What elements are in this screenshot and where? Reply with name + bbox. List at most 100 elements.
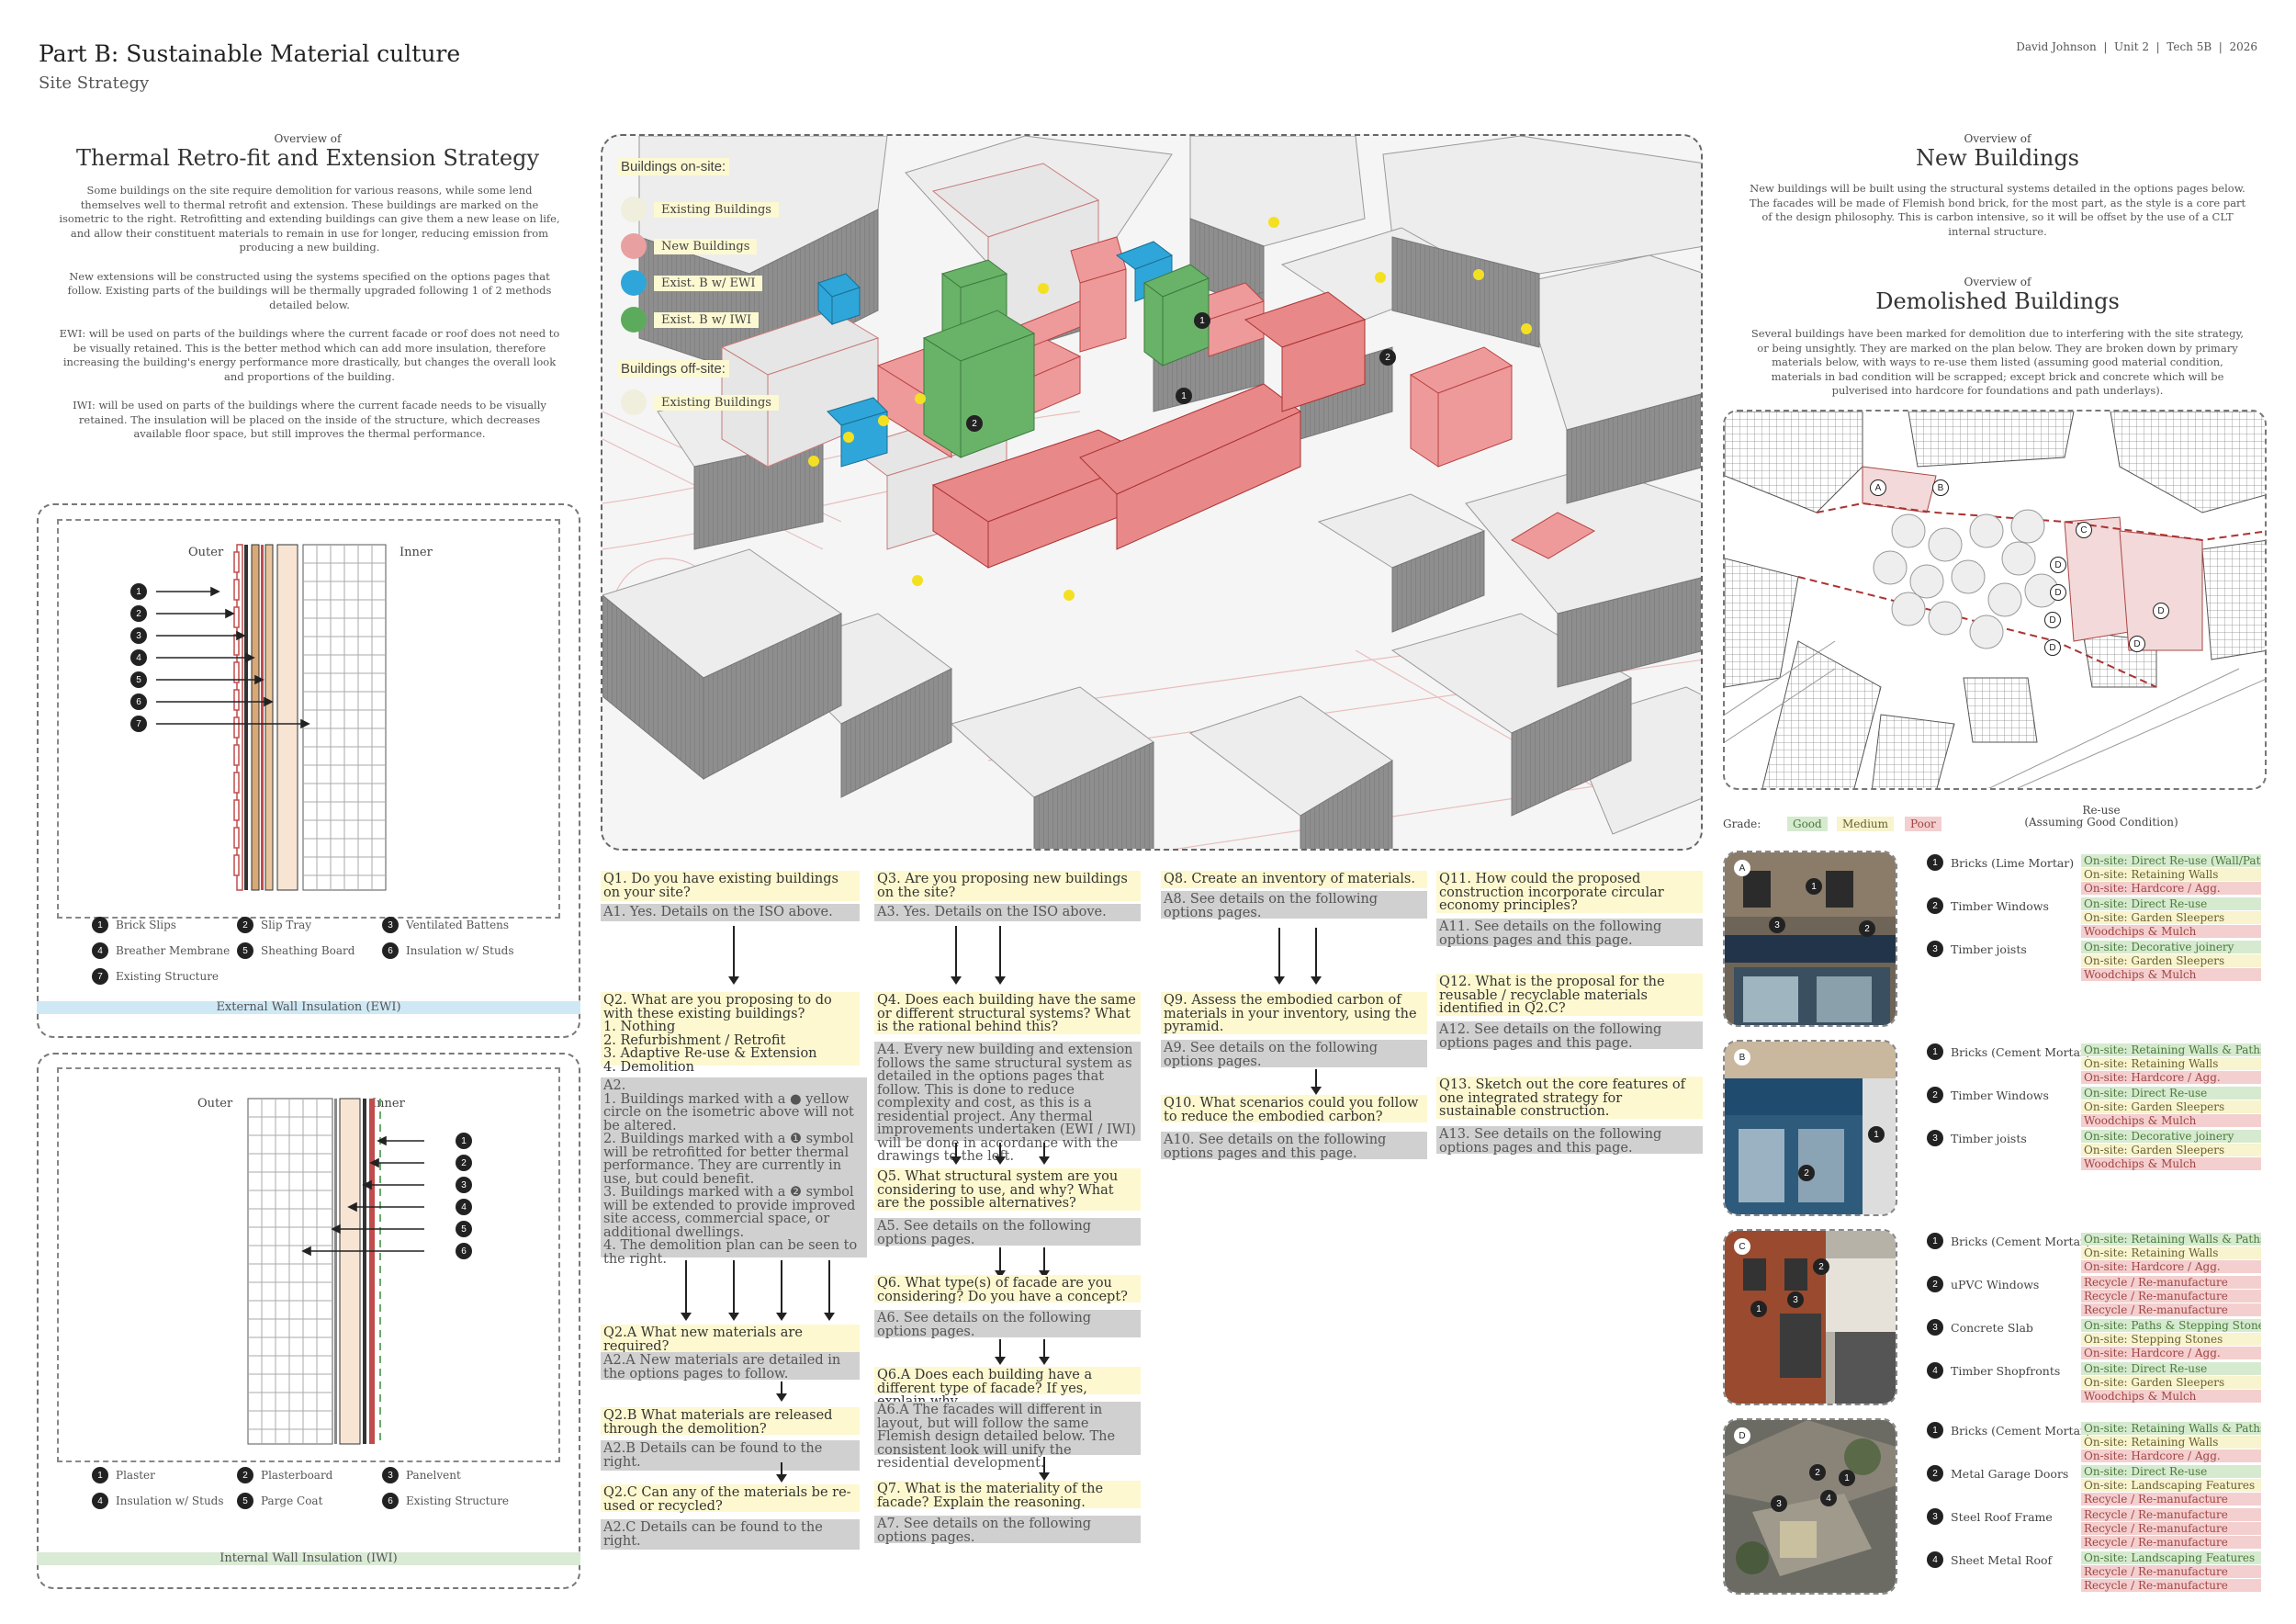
flow-arrow [995, 926, 1006, 985]
yellow-marker [912, 575, 923, 586]
demolition-plan [1723, 410, 2267, 790]
reuse-poor: Woodchips & Mulch [2081, 1114, 2261, 1127]
q13: Q13. Sketch out the core features of one… [1436, 1077, 1703, 1119]
flow-arrow [951, 926, 962, 985]
reuse-good: On-site: Paths & Stepping Stones [2081, 1319, 2261, 1332]
reuse-medium: On-site: Retaining Walls [2081, 1436, 2261, 1449]
q1: Q1. Do you have existing buildings on yo… [601, 871, 860, 901]
reuse-poor: Recycle / Re-manufacture [2081, 1536, 2261, 1549]
q9: Q9. Assess the embodied carbon of materi… [1161, 992, 1427, 1034]
q6a: Q6.A Does each building have a different… [874, 1367, 1141, 1408]
flow-arrow [776, 1462, 787, 1483]
q2: Q2. What are you proposing to do with th… [601, 992, 860, 1074]
flow-arrow [995, 1247, 1006, 1279]
q2a: Q2.A What new materials are required? [601, 1325, 860, 1355]
material-item: 1 Bricks (Cement Mortar) [1927, 1233, 2090, 1249]
reuse-medium: On-site: Garden Sleepers [2081, 954, 2261, 967]
reuse-poor: Woodchips & Mulch [2081, 1157, 2261, 1170]
reuse-poor: Recycle / Re-manufacture [2081, 1565, 2261, 1578]
reuse-poor: Recycle / Re-manufacture [2081, 1522, 2261, 1535]
ewi-legend-item: 7 Existing Structure [92, 968, 219, 985]
material-item: 1 Bricks (Cement Mortar) [1927, 1422, 2090, 1438]
paragraph: EWI: will be used on parts of the buildi… [59, 327, 560, 383]
page-subtitle: Site Strategy [39, 73, 150, 93]
reuse-good: On-site: Retaining Walls & Paths [2081, 1043, 2261, 1056]
flow-arrow [951, 1143, 962, 1165]
new-buildings-description: New buildings will be built using the st… [1749, 182, 2246, 238]
reuse-good: On-site: Direct Re-use (Wall/Path) [2081, 854, 2261, 867]
page-title: Part B: Sustainable Material culture [39, 40, 461, 67]
retrofit-marker: 1 [1176, 388, 1192, 404]
photo-letter-b: B [1734, 1049, 1750, 1066]
photo-number: 1 [1750, 1301, 1767, 1317]
reuse-poor: Recycle / Re-manufacture [2081, 1303, 2261, 1316]
photo-number: 3 [1771, 1495, 1787, 1512]
reuse-poor: Woodchips & Mulch [2081, 1390, 2261, 1403]
reuse-poor: Woodchips & Mulch [2081, 968, 2261, 981]
flow-arrow [776, 1382, 787, 1402]
material-item: 3 Concrete Slab [1927, 1319, 2033, 1336]
reuse-medium: On-site: Stepping Stones [2081, 1333, 2261, 1346]
material-item: 2 Timber Windows [1927, 897, 2049, 914]
material-item: 4 Sheet Metal Roof [1927, 1551, 2052, 1568]
sheathing-board [264, 544, 274, 891]
photo-number: 3 [1787, 1291, 1804, 1308]
photo-building-c [1723, 1229, 1897, 1405]
marker-number: 4 [130, 649, 147, 666]
photo-number: 2 [1859, 920, 1875, 937]
grade-medium: Medium [1837, 817, 1895, 831]
marker-number: 1 [130, 583, 147, 600]
a1: A1. Yes. Details on the ISO above. [601, 904, 860, 921]
retrofit-title: Thermal Retro-fit and Extension Strategy [75, 145, 540, 171]
reuse-medium: On-site: Landscaping Features [2081, 1479, 2261, 1492]
demolished-description: Several buildings have been marked for d… [1750, 327, 2245, 398]
a3: A3. Yes. Details on the ISO above. [874, 904, 1141, 921]
q12: Q12. What is the proposal for the reusab… [1436, 974, 1703, 1016]
reuse-good: On-site: Retaining Walls & Paths [2081, 1422, 2261, 1435]
a8: A8. See details on the following options… [1161, 891, 1427, 919]
q10: Q10. What scenarios could you follow to … [1161, 1095, 1427, 1123]
flow-arrow [1311, 1069, 1322, 1095]
ewi-legend-item: 5 Sheathing Board [237, 942, 355, 959]
ewi-legend-item: 3 Ventilated Battens [382, 917, 509, 933]
flow-arrow [776, 1260, 787, 1321]
plan-marker: A [1870, 479, 1886, 496]
reuse-poor: On-site: Hardcore / Agg. [2081, 1260, 2261, 1273]
q6: Q6. What type(s) of facade are you consi… [874, 1275, 1141, 1303]
plan-marker: D [2050, 584, 2066, 601]
a6: A6. See details on the following options… [874, 1310, 1141, 1338]
reuse-medium: On-site: Retaining Walls [2081, 1057, 2261, 1070]
overview-label: Overview of [1964, 132, 2032, 145]
a2a: A2.A New materials are detailed in the o… [601, 1352, 860, 1381]
iwi-legend-item: 3 Panelvent [382, 1467, 461, 1483]
reuse-medium: On-site: Retaining Walls [2081, 1246, 2261, 1259]
photo-number: 1 [1839, 1470, 1855, 1486]
flow-arrow [728, 926, 739, 985]
q7: Q7. What is the materiality of the facad… [874, 1481, 1141, 1509]
yellow-marker [1375, 272, 1386, 283]
grade-good: Good [1787, 817, 1828, 831]
reuse-good: On-site: Direct Re-use [2081, 1362, 2261, 1375]
key-iwi: Exist. B w/ IWI [621, 307, 760, 333]
photo-letter-c: C [1734, 1238, 1750, 1255]
overview-label: Overview of [274, 132, 342, 145]
ewi-legend-item: 6 Insulation w/ Studs [382, 942, 514, 959]
photo-number: 2 [1809, 1464, 1826, 1481]
reuse-good: On-site: Direct Re-use [2081, 1465, 2261, 1478]
iwi-legend-item: 4 Insulation w/ Studs [92, 1493, 224, 1509]
yellow-marker [915, 393, 926, 404]
photo-number: 3 [1769, 917, 1785, 933]
new-buildings-title: New Buildings [1916, 145, 2079, 171]
key-existing: Existing Buildings [621, 197, 779, 222]
flow-arrow [728, 1260, 739, 1321]
ewi-legend-item: 2 Slip Tray [237, 917, 311, 933]
plan-marker: C [2076, 522, 2092, 538]
yellow-marker [878, 415, 889, 426]
retrofit-description: Some buildings on the site require demol… [57, 184, 562, 442]
photo-number: 1 [1806, 878, 1822, 895]
yellow-marker [808, 456, 819, 467]
breather-membrane [261, 545, 264, 890]
brick-slips [233, 544, 243, 891]
flow-arrow [1039, 1247, 1050, 1279]
flow-arrow [1039, 1143, 1050, 1165]
